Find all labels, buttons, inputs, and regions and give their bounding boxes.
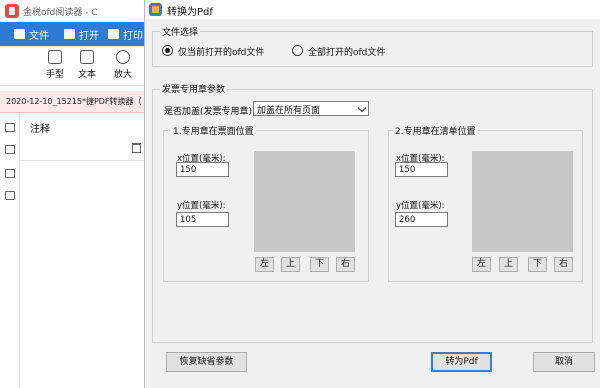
front-right-button[interactable]: 右	[336, 257, 355, 272]
tool-text-label: 文本	[77, 70, 96, 80]
menu-icon	[14, 29, 25, 39]
front-position-label: 1.专用章在票面位置	[171, 124, 256, 137]
apply-stamp-value: 加盖在所有页面	[257, 106, 321, 116]
list-down-button[interactable]: 下	[528, 257, 547, 272]
tool-hand[interactable]: 手型	[42, 50, 68, 80]
reader-titlebar: 金税ofd阅读器 - C	[0, 0, 160, 22]
cancel-button[interactable]: 取消	[533, 352, 595, 372]
image-icon[interactable]	[5, 145, 15, 154]
reader-logo-icon	[5, 4, 19, 18]
reader-toolbar: 手型 文本 放大	[0, 46, 160, 86]
trash-icon[interactable]	[132, 143, 141, 153]
radio-all-label: 全部打开的ofd文件	[308, 48, 386, 58]
printer-icon	[108, 29, 119, 39]
list-left-button[interactable]: 左	[472, 257, 491, 272]
info-icon[interactable]	[5, 191, 15, 200]
menu-file-label: 文件	[29, 30, 49, 42]
chevron-down-icon	[357, 103, 367, 113]
front-y-input[interactable]: 105	[176, 212, 229, 227]
convert-pdf-dialog: 转换为Pdf 文件选择 仅当前打开的ofd文件 全部打开的ofd文件 发票专用章…	[144, 0, 600, 388]
front-down-button[interactable]: 下	[310, 257, 329, 272]
text-icon	[80, 50, 94, 64]
menu-open[interactable]: 打开	[64, 22, 99, 46]
dialog-titlebar: 转换为Pdf	[145, 0, 600, 19]
file-select-label: 文件选择	[160, 25, 201, 38]
front-left-button[interactable]: 左	[255, 257, 274, 272]
dialog-app-icon	[149, 3, 162, 16]
tool-zoom-label: 放大	[113, 70, 132, 80]
radio-button-selected[interactable]	[162, 45, 173, 56]
divider	[20, 160, 160, 161]
convert-to-pdf-button[interactable]: 转为Pdf	[431, 352, 492, 372]
stamp-params-label: 发票专用章参数	[160, 82, 228, 95]
radio-button[interactable]	[292, 45, 303, 56]
apply-stamp-select[interactable]: 加盖在所有页面	[253, 101, 369, 116]
layers-icon[interactable]	[5, 169, 15, 178]
tool-zoom-in[interactable]: 放大	[110, 50, 136, 80]
hand-icon	[48, 50, 62, 64]
front-up-button[interactable]: 上	[281, 257, 300, 272]
front-x-input[interactable]: 150	[176, 162, 229, 177]
list-up-button[interactable]: 上	[499, 257, 518, 272]
front-preview-area[interactable]	[254, 151, 355, 252]
notes-panel-title: 注释	[30, 124, 50, 135]
menu-print[interactable]: 打印	[108, 22, 143, 46]
menu-file[interactable]: 文件	[14, 22, 49, 46]
radio-all-files[interactable]: 全部打开的ofd文件	[292, 44, 422, 58]
list-y-label: y位置(毫米):	[396, 201, 445, 211]
document-tab-label: 2020-12-10_15215*捷PDF转换器（	[6, 97, 142, 106]
reader-sidebar	[0, 113, 20, 388]
radio-current-file[interactable]: 仅当前打开的ofd文件	[162, 44, 302, 58]
tool-hand-label: 手型	[45, 70, 64, 80]
menu-open-label: 打开	[79, 30, 99, 42]
list-right-button[interactable]: 右	[554, 257, 573, 272]
restore-defaults-button[interactable]: 恢复缺省参数	[166, 352, 247, 372]
apply-stamp-label: 是否加盖(发票专用章)	[164, 107, 253, 117]
reader-title: 金税ofd阅读器 - C	[23, 8, 98, 18]
list-x-input[interactable]: 150	[395, 162, 448, 177]
list-preview-area[interactable]	[472, 151, 573, 252]
list-icon[interactable]	[5, 123, 15, 132]
folder-icon	[64, 29, 75, 39]
front-y-label: y位置(毫米):	[177, 201, 226, 211]
zoom-in-icon	[116, 50, 130, 64]
tool-text[interactable]: 文本	[74, 50, 100, 80]
reader-menubar: 文件 打开 打印	[0, 22, 160, 46]
background-reader-window: 金税ofd阅读器 - C 文件 打开 打印 手型 文本 放大 2020-12-1…	[0, 0, 160, 388]
menu-print-label: 打印	[123, 30, 143, 42]
document-tab[interactable]: 2020-12-10_15215*捷PDF转换器（	[0, 91, 160, 113]
dialog-title: 转换为Pdf	[167, 7, 213, 18]
list-y-input[interactable]: 260	[395, 212, 448, 227]
radio-current-label: 仅当前打开的ofd文件	[178, 48, 265, 58]
list-position-label: 2.专用章在清单位置	[393, 124, 478, 137]
